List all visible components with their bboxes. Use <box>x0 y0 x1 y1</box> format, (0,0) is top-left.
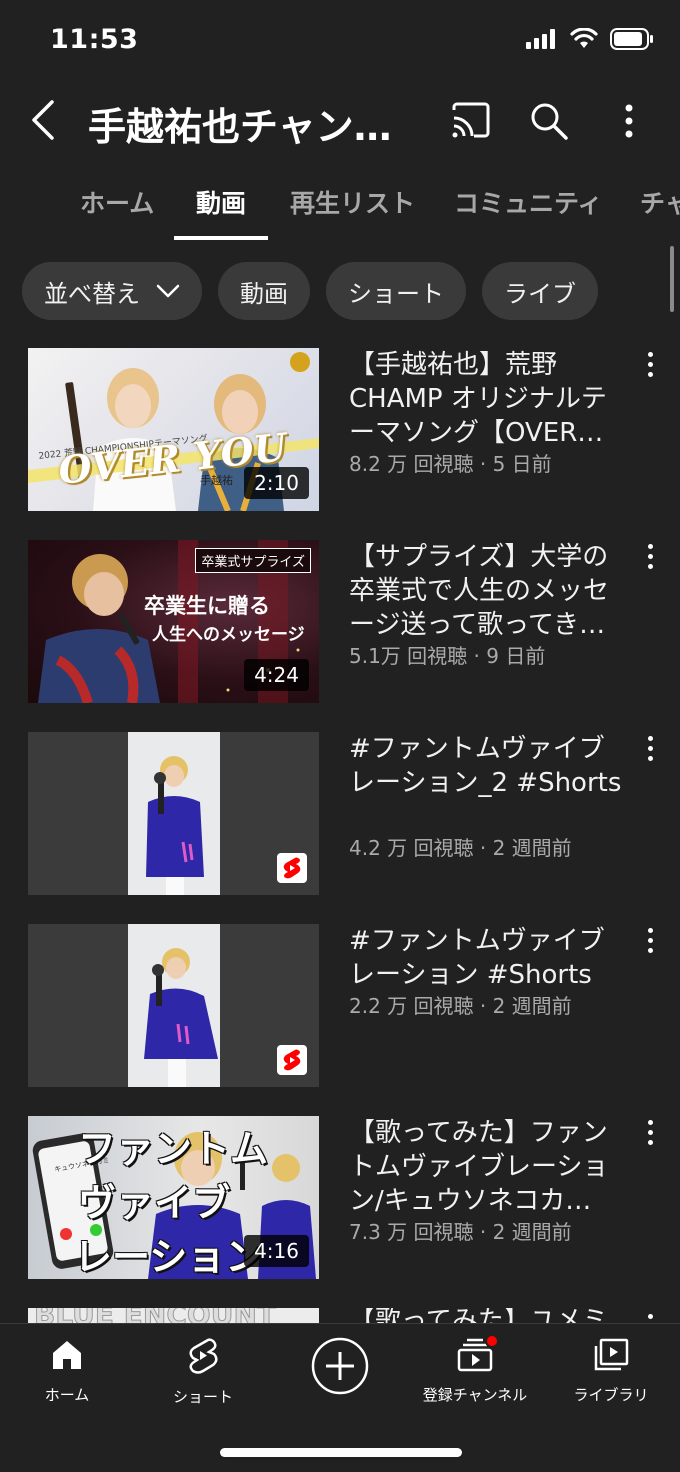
thumbnail-title: BLUE ENCOUNT <box>34 1308 277 1324</box>
video-title[interactable]: #ファントムヴァイブレーション_2 #Shorts <box>349 732 627 800</box>
library-icon <box>594 1338 629 1371</box>
video-item[interactable]: 卒業式サプライズ 卒業生に贈る 人生へのメッセージ 4:24 【サプライズ】大学… <box>0 540 680 710</box>
back-arrow-icon[interactable] <box>26 98 62 142</box>
video-duration: 4:24 <box>244 659 309 691</box>
wifi-icon <box>570 28 598 48</box>
thumbnail-art <box>128 924 220 1087</box>
status-icons <box>526 28 654 50</box>
thumbnail-art <box>128 732 220 895</box>
chevron-down-icon <box>156 284 180 298</box>
thumbnail-line-3: レーション <box>74 1235 264 1279</box>
shorts-icon <box>189 1338 218 1374</box>
nav-shorts-label: ショート <box>172 1388 233 1406</box>
status-bar: 11:53 <box>0 0 680 80</box>
home-icon <box>53 1341 81 1369</box>
nav-library[interactable]: ライブラリ <box>546 1338 676 1405</box>
tab-home[interactable]: ホーム <box>80 184 154 220</box>
scroll-indicator <box>670 246 674 312</box>
tab-community[interactable]: コミュニティ <box>454 184 603 220</box>
video-title[interactable]: 【歌ってみた】ユメミ <box>349 1308 627 1324</box>
shorts-badge-icon <box>277 1045 307 1075</box>
nav-create[interactable] <box>275 1336 405 1400</box>
video-duration: 2:10 <box>244 467 309 499</box>
video-item[interactable]: キュウソネコカミ ファントム ヴァイブ レーション 4:16 【歌ってみた】ファ… <box>0 1116 680 1286</box>
tab-videos[interactable]: 動画 <box>196 184 246 220</box>
active-tab-indicator <box>174 236 268 240</box>
nav-home[interactable]: ホーム <box>2 1338 132 1405</box>
status-time: 11:53 <box>50 24 139 55</box>
video-title[interactable]: #ファントムヴァイブレーション #Shorts <box>349 924 627 992</box>
video-title[interactable]: 【手越祐也】荒野 CHAMP オリジナルテーマソング【OVER… <box>349 348 627 450</box>
video-meta: 2.2 万 回視聴 · 2 週間前 <box>349 994 572 1018</box>
video-meta: 5.1万 回視聴 · 9 日前 <box>349 644 546 668</box>
video-thumbnail[interactable] <box>28 924 319 1087</box>
sort-chip-label: 並べ替え <box>44 279 140 308</box>
video-thumbnail[interactable]: キュウソネコカミ ファントム ヴァイブ レーション 4:16 <box>28 1116 319 1279</box>
top-bar: 手越祐也チャン… <box>0 82 680 158</box>
video-meta: 4.2 万 回視聴 · 2 週間前 <box>349 836 572 860</box>
channel-tabs: ホーム 動画 再生リスト コミュニティ チャ <box>0 160 680 242</box>
video-item[interactable]: BLUE ENCOUNT 【歌ってみた】ユメミ <box>0 1308 680 1324</box>
video-meta: 8.2 万 回視聴 · 5 日前 <box>349 452 552 476</box>
nav-library-label: ライブラリ <box>573 1386 649 1404</box>
cast-icon[interactable] <box>450 100 492 142</box>
thumbnail-line-2: ヴァイブ <box>78 1181 231 1225</box>
filter-chips: 並べ替え 動画 ショート ライブ <box>22 262 598 320</box>
video-duration: 4:16 <box>244 1235 309 1267</box>
thumbnail-line-1: ファントム <box>78 1127 269 1171</box>
video-meta: 7.3 万 回視聴 · 2 週間前 <box>349 1220 572 1244</box>
video-thumbnail[interactable]: BLUE ENCOUNT <box>28 1308 319 1324</box>
signal-icon <box>526 29 555 49</box>
video-thumbnail[interactable]: 2022 荒野 CHAMPIONSHIPテーマソング OVER YOU 手越祐 … <box>28 348 319 511</box>
shorts-badge-icon <box>277 853 307 883</box>
video-title[interactable]: 【歌ってみた】ファントムヴァイブレーション/キュウソネコカ… <box>349 1116 627 1218</box>
video-more-icon[interactable] <box>644 1120 656 1150</box>
channel-title: 手越祐也チャン… <box>88 105 392 149</box>
search-icon[interactable] <box>528 100 570 142</box>
video-thumbnail[interactable] <box>28 732 319 895</box>
home-indicator <box>220 1448 462 1457</box>
video-title[interactable]: 【サプライズ】大学の卒業式で人生のメッセージ送って歌ってき… <box>349 540 627 642</box>
videos-chip[interactable]: 動画 <box>218 262 310 320</box>
video-more-icon[interactable] <box>644 544 656 574</box>
video-thumbnail[interactable]: 卒業式サプライズ 卒業生に贈る 人生へのメッセージ 4:24 <box>28 540 319 703</box>
thumbnail-tag: 卒業式サプライズ <box>195 548 311 573</box>
video-more-icon[interactable] <box>644 352 656 382</box>
video-item[interactable]: #ファントムヴァイブレーション_2 #Shorts 4.2 万 回視聴 · 2 … <box>0 732 680 902</box>
video-more-icon[interactable] <box>644 736 656 766</box>
more-options-icon[interactable] <box>608 100 650 142</box>
create-icon <box>311 1337 369 1395</box>
nav-home-label: ホーム <box>44 1386 90 1404</box>
sort-chip[interactable]: 並べ替え <box>22 262 202 320</box>
tab-playlists[interactable]: 再生リスト <box>290 184 415 220</box>
thumbnail-name: 手越祐 <box>200 474 233 487</box>
live-chip[interactable]: ライブ <box>482 262 598 320</box>
nav-shorts[interactable]: ショート <box>138 1338 268 1407</box>
nav-subscriptions-label: 登録チャンネル <box>422 1386 528 1404</box>
thumbnail-line-1: 卒業生に贈る <box>144 593 270 618</box>
video-item[interactable]: 2022 荒野 CHAMPIONSHIPテーマソング OVER YOU 手越祐 … <box>0 348 680 518</box>
battery-icon <box>610 28 653 50</box>
video-more-icon[interactable] <box>644 928 656 958</box>
tab-channels[interactable]: チャ <box>640 184 680 220</box>
nav-subscriptions[interactable]: 登録チャンネル <box>410 1334 540 1405</box>
notification-dot <box>485 1334 499 1348</box>
shorts-chip[interactable]: ショート <box>326 262 466 320</box>
thumbnail-line-2: 人生へのメッセージ <box>152 625 305 645</box>
video-item[interactable]: #ファントムヴァイブレーション #Shorts 2.2 万 回視聴 · 2 週間… <box>0 924 680 1094</box>
